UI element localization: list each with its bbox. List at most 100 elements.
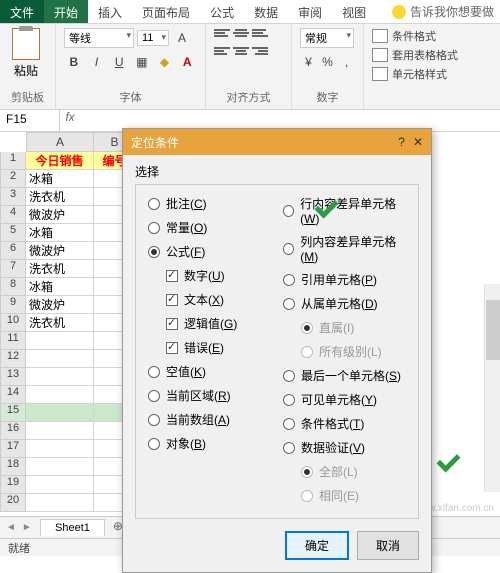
opt-validation[interactable]: 数据验证(V) bbox=[283, 439, 406, 456]
opt-current-region[interactable]: 当前区域(R) bbox=[148, 387, 271, 404]
opt-formulas[interactable]: 公式(F) bbox=[148, 243, 271, 260]
cell[interactable] bbox=[26, 350, 94, 368]
opt-dependents[interactable]: 从属单元格(D) bbox=[283, 295, 406, 312]
opt-current-array[interactable]: 当前数组(A) bbox=[148, 411, 271, 428]
currency-button[interactable]: ¥ bbox=[300, 52, 317, 72]
tab-view[interactable]: 视图 bbox=[332, 0, 376, 23]
cell[interactable]: 今日销售 bbox=[26, 152, 94, 170]
row-header-6[interactable]: 6 bbox=[0, 242, 26, 260]
scroll-thumb[interactable] bbox=[486, 300, 500, 360]
cell[interactable]: 微波炉 bbox=[26, 242, 94, 260]
opt-col-diff[interactable]: 列内容差异单元格(M) bbox=[283, 233, 406, 264]
row-header-5[interactable]: 5 bbox=[0, 224, 26, 242]
align-center-icon[interactable] bbox=[233, 46, 249, 60]
row-header-7[interactable]: 7 bbox=[0, 260, 26, 278]
tab-layout[interactable]: 页面布局 bbox=[132, 0, 200, 23]
cell[interactable]: 冰箱 bbox=[26, 170, 94, 188]
fill-color-button[interactable]: ◆ bbox=[155, 52, 175, 72]
opt-row-diff[interactable]: 行内容差异单元格(W) bbox=[283, 195, 406, 226]
paste-button[interactable]: 粘贴 bbox=[8, 28, 44, 79]
chk-errors[interactable]: 错误(E) bbox=[166, 339, 271, 356]
dialog-titlebar[interactable]: 定位条件 ? ✕ bbox=[123, 129, 431, 155]
opt-constants[interactable]: 常量(O) bbox=[148, 219, 271, 236]
help-icon[interactable]: ? bbox=[398, 135, 405, 149]
chk-text[interactable]: 文本(X) bbox=[166, 291, 271, 308]
row-header-13[interactable]: 13 bbox=[0, 368, 26, 386]
opt-last-cell[interactable]: 最后一个单元格(S) bbox=[283, 367, 406, 384]
vertical-scrollbar[interactable] bbox=[484, 284, 500, 492]
conditional-format-button[interactable]: 条件格式 bbox=[372, 28, 492, 44]
opt-blanks[interactable]: 空值(K) bbox=[148, 363, 271, 380]
table-format-button[interactable]: 套用表格格式 bbox=[372, 47, 492, 63]
chk-logicals[interactable]: 逻辑值(G) bbox=[166, 315, 271, 332]
row-header-19[interactable]: 19 bbox=[0, 476, 26, 494]
cell[interactable]: 冰箱 bbox=[26, 278, 94, 296]
tab-insert[interactable]: 插入 bbox=[88, 0, 132, 23]
row-header-11[interactable]: 11 bbox=[0, 332, 26, 350]
cell[interactable]: 微波炉 bbox=[26, 206, 94, 224]
align-right-icon[interactable] bbox=[252, 46, 268, 60]
cell[interactable]: 微波炉 bbox=[26, 296, 94, 314]
opt-comments[interactable]: 批注(C) bbox=[148, 195, 271, 212]
col-header-A[interactable]: A bbox=[26, 132, 94, 152]
cell[interactable] bbox=[26, 476, 94, 494]
border-button[interactable]: ▦ bbox=[132, 52, 152, 72]
cell[interactable]: 洗衣机 bbox=[26, 314, 94, 332]
row-header-9[interactable]: 9 bbox=[0, 296, 26, 314]
tab-formulas[interactable]: 公式 bbox=[200, 0, 244, 23]
increase-font-icon[interactable]: A bbox=[172, 28, 192, 48]
align-bottom-icon[interactable] bbox=[252, 28, 268, 42]
bold-button[interactable]: B bbox=[64, 52, 84, 72]
cell[interactable] bbox=[26, 458, 94, 476]
cell[interactable] bbox=[26, 368, 94, 386]
tab-home[interactable]: 开始 bbox=[44, 0, 88, 23]
row-header-10[interactable]: 10 bbox=[0, 314, 26, 332]
row-header-1[interactable]: 1 bbox=[0, 152, 26, 170]
cell-style-button[interactable]: 单元格样式 bbox=[372, 66, 492, 82]
row-header-20[interactable]: 20 bbox=[0, 494, 26, 512]
cell[interactable]: 洗衣机 bbox=[26, 188, 94, 206]
align-middle-icon[interactable] bbox=[233, 28, 249, 42]
opt-visible[interactable]: 可见单元格(Y) bbox=[283, 391, 406, 408]
cell[interactable] bbox=[26, 422, 94, 440]
font-name-combo[interactable]: 等线 bbox=[64, 28, 134, 48]
cell[interactable] bbox=[26, 332, 94, 350]
name-box[interactable]: F15 bbox=[0, 110, 60, 131]
sheet-nav[interactable]: ◄► bbox=[6, 522, 32, 533]
font-size-combo[interactable]: 11 bbox=[137, 30, 169, 46]
tab-file[interactable]: 文件 bbox=[0, 0, 44, 23]
fx-icon[interactable]: fx bbox=[60, 110, 80, 131]
row-header-15[interactable]: 15 bbox=[0, 404, 26, 422]
row-header-18[interactable]: 18 bbox=[0, 458, 26, 476]
row-header-8[interactable]: 8 bbox=[0, 278, 26, 296]
cell[interactable]: 洗衣机 bbox=[26, 260, 94, 278]
tell-me[interactable]: 告诉我你想要做 bbox=[386, 0, 500, 23]
cell[interactable] bbox=[26, 386, 94, 404]
opt-precedents[interactable]: 引用单元格(P) bbox=[283, 271, 406, 288]
row-header-17[interactable]: 17 bbox=[0, 440, 26, 458]
comma-button[interactable]: , bbox=[338, 52, 355, 72]
cell[interactable] bbox=[26, 440, 94, 458]
cell[interactable]: 冰箱 bbox=[26, 224, 94, 242]
cell[interactable] bbox=[26, 494, 94, 512]
close-icon[interactable]: ✕ bbox=[413, 135, 423, 149]
font-color-button[interactable]: A bbox=[177, 52, 197, 72]
align-left-icon[interactable] bbox=[214, 46, 230, 60]
sheet-tab-1[interactable]: Sheet1 bbox=[40, 519, 105, 536]
tab-review[interactable]: 审阅 bbox=[288, 0, 332, 23]
row-header-14[interactable]: 14 bbox=[0, 386, 26, 404]
row-header-12[interactable]: 12 bbox=[0, 350, 26, 368]
row-header-2[interactable]: 2 bbox=[0, 170, 26, 188]
opt-cond-format[interactable]: 条件格式(T) bbox=[283, 415, 406, 432]
chk-numbers[interactable]: 数字(U) bbox=[166, 267, 271, 284]
align-top-icon[interactable] bbox=[214, 28, 230, 42]
cell[interactable] bbox=[26, 404, 94, 422]
tab-data[interactable]: 数据 bbox=[244, 0, 288, 23]
percent-button[interactable]: % bbox=[319, 52, 336, 72]
row-header-4[interactable]: 4 bbox=[0, 206, 26, 224]
opt-objects[interactable]: 对象(B) bbox=[148, 435, 271, 452]
row-header-16[interactable]: 16 bbox=[0, 422, 26, 440]
underline-button[interactable]: U bbox=[109, 52, 129, 72]
italic-button[interactable]: I bbox=[87, 52, 107, 72]
row-header-3[interactable]: 3 bbox=[0, 188, 26, 206]
